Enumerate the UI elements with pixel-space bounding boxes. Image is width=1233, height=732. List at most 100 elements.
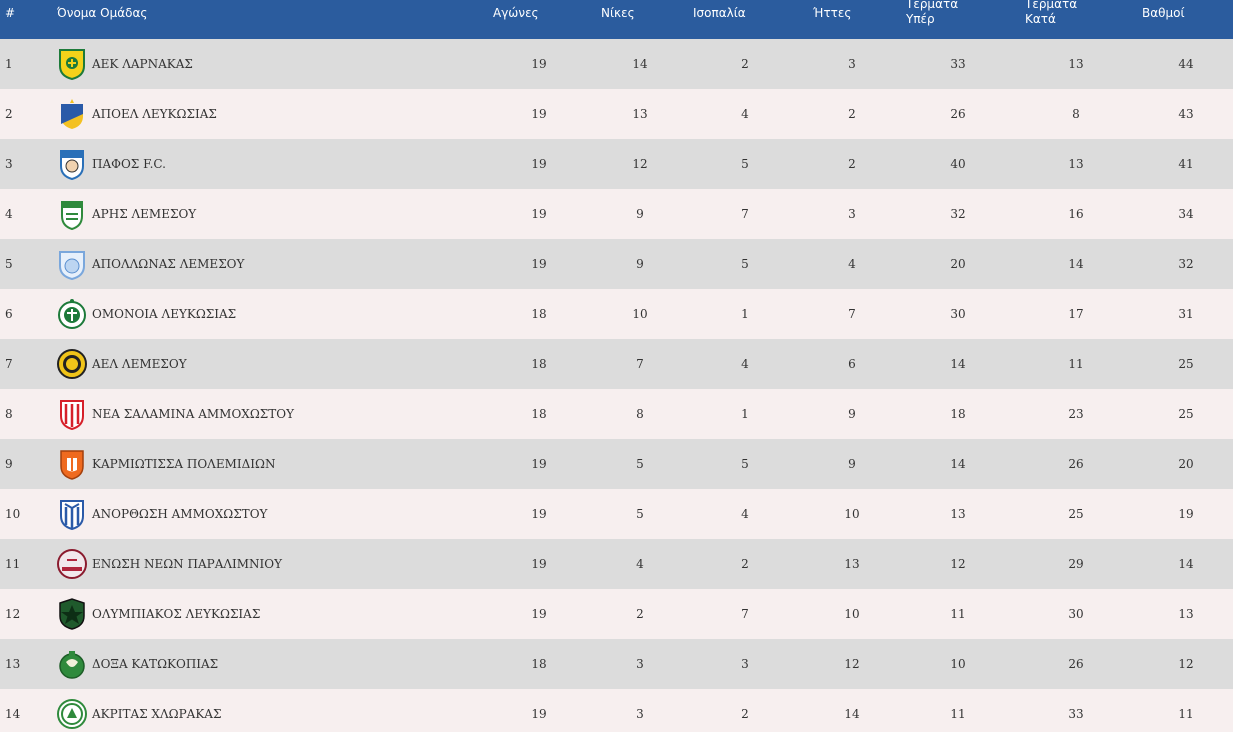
cell-played: 19 (531, 507, 547, 521)
karmiotissa-crest-icon[interactable] (57, 448, 87, 480)
table-row[interactable]: 1 ΑΕΚ ΛΑΡΝΑΚΑΣ 19 14 2 3 33 13 44 (0, 39, 1233, 89)
cell-rank: 6 (5, 307, 13, 321)
enp-crest-icon[interactable] (57, 548, 87, 580)
cell-goals-against: 30 (1068, 607, 1084, 621)
pafos-crest-icon[interactable] (57, 148, 87, 180)
table-row[interactable]: 9 ΚΑΡΜΙΩΤΙΣΣΑ ΠΟΛΕΜΙΔΙΩΝ 19 5 5 9 14 26 20 (0, 439, 1233, 489)
header-goals-against[interactable]: Τέρματα Κατά (1025, 0, 1077, 27)
apollon-crest-icon[interactable] (57, 248, 87, 280)
cell-played: 19 (531, 57, 547, 71)
cell-draws: 1 (741, 307, 749, 321)
cell-team-name[interactable]: ΑΚΡΙΤΑΣ ΧΛΩΡΑΚΑΣ (92, 689, 221, 732)
cell-played: 19 (531, 557, 547, 571)
cell-team-name[interactable]: ΑΝΟΡΘΩΣΗ ΑΜΜΟΧΩΣΤΟΥ (92, 489, 267, 539)
cell-losses: 10 (844, 607, 860, 621)
cell-goals-against: 17 (1068, 307, 1084, 321)
header-goals-for-line2: Υπέρ (906, 12, 935, 26)
aek-larnaca-crest-icon[interactable] (57, 48, 87, 80)
cell-points: 25 (1178, 407, 1194, 421)
cell-rank: 8 (5, 407, 13, 421)
header-goals-against-line2: Κατά (1025, 12, 1056, 26)
aris-limassol-crest-icon[interactable] (57, 198, 87, 230)
header-losses[interactable]: Ήττες (813, 6, 851, 21)
header-points[interactable]: Βαθμοί (1142, 6, 1185, 21)
cell-team-name[interactable]: ΝΕΑ ΣΑΛΑΜΙΝΑ ΑΜΜΟΧΩΣΤΟΥ (92, 389, 294, 439)
cell-draws: 1 (741, 407, 749, 421)
cell-rank: 14 (5, 707, 21, 721)
cell-draws: 5 (741, 257, 749, 271)
header-team-name[interactable]: Όνομα Ομάδας (57, 6, 147, 21)
header-goals-against-line1: Τέρματα (1025, 0, 1078, 11)
table-row[interactable]: 5 ΑΠΟΛΛΩΝΑΣ ΛΕΜΕΣΟΥ 19 9 5 4 20 14 32 (0, 239, 1233, 289)
cell-losses: 4 (848, 257, 856, 271)
table-header: # Όνομα Ομάδας Αγώνες Νίκες Ισοπαλία Ήττ… (0, 0, 1233, 39)
cell-team-name[interactable]: ΠΑΦΟΣ F.C. (92, 139, 166, 189)
cell-team-name[interactable]: ΑΠΟΛΛΩΝΑΣ ΛΕΜΕΣΟΥ (92, 239, 244, 289)
cell-team-name[interactable]: ΟΜΟΝΟΙΑ ΛΕΥΚΩΣΙΑΣ (92, 289, 236, 339)
cell-goals-for: 26 (950, 107, 966, 121)
nea-salamina-crest-icon[interactable] (57, 398, 87, 430)
cell-losses: 12 (844, 657, 860, 671)
cell-losses: 2 (848, 107, 856, 121)
table-row[interactable]: 4 ΑΡΗΣ ΛΕΜΕΣΟΥ 19 9 7 3 32 16 34 (0, 189, 1233, 239)
cell-draws: 2 (741, 57, 749, 71)
table-row[interactable]: 2 ΑΠΟΕΛ ΛΕΥΚΩΣΙΑΣ 19 13 4 2 26 8 43 (0, 89, 1233, 139)
cell-losses: 6 (848, 357, 856, 371)
ael-crest-icon[interactable] (57, 348, 87, 380)
cell-team-name[interactable]: ΑΡΗΣ ΛΕΜΕΣΟΥ (92, 189, 196, 239)
cell-points: 20 (1178, 457, 1194, 471)
header-goals-for-line1: Τέρματα (906, 0, 959, 11)
cell-points: 19 (1178, 507, 1194, 521)
table-row[interactable]: 6 ΟΜΟΝΟΙΑ ΛΕΥΚΩΣΙΑΣ 18 10 1 7 30 17 31 (0, 289, 1233, 339)
table-row[interactable]: 3 ΠΑΦΟΣ F.C. 19 12 5 2 40 13 41 (0, 139, 1233, 189)
cell-losses: 3 (848, 207, 856, 221)
olympiakos-nicosia-crest-icon[interactable] (57, 598, 87, 630)
cell-wins: 7 (636, 357, 644, 371)
cell-played: 18 (531, 657, 547, 671)
header-wins[interactable]: Νίκες (601, 6, 635, 21)
cell-team-name[interactable]: ΔΟΞΑ ΚΑΤΩΚΟΠΙΑΣ (92, 639, 218, 689)
cell-played: 19 (531, 457, 547, 471)
cell-goals-against: 16 (1068, 207, 1084, 221)
cell-team-name[interactable]: ΕΝΩΣΗ ΝΕΩΝ ΠΑΡΑΛΙΜΝΙΟΥ (92, 539, 282, 589)
header-goals-for[interactable]: Τέρματα Υπέρ (906, 0, 958, 27)
table-row[interactable]: 14 ΑΚΡΙΤΑΣ ΧΛΩΡΑΚΑΣ 19 3 2 14 11 33 11 (0, 689, 1233, 732)
header-draws[interactable]: Ισοπαλία (693, 6, 746, 21)
cell-played: 19 (531, 157, 547, 171)
header-played[interactable]: Αγώνες (493, 6, 539, 21)
cell-team-name[interactable]: ΑΠΟΕΛ ΛΕΥΚΩΣΙΑΣ (92, 89, 217, 139)
omonoia-crest-icon[interactable] (57, 298, 87, 330)
cell-team-name[interactable]: ΑΕΚ ΛΑΡΝΑΚΑΣ (92, 39, 193, 89)
apoel-crest-icon[interactable] (57, 98, 87, 130)
cell-goals-against: 14 (1068, 257, 1084, 271)
cell-team-name[interactable]: ΚΑΡΜΙΩΤΙΣΣΑ ΠΟΛΕΜΙΔΙΩΝ (92, 439, 276, 489)
cell-draws: 7 (741, 607, 749, 621)
cell-wins: 3 (636, 657, 644, 671)
anorthosis-crest-icon[interactable] (57, 498, 87, 530)
cell-losses: 9 (848, 457, 856, 471)
header-rank[interactable]: # (5, 6, 15, 21)
cell-goals-against: 33 (1068, 707, 1084, 721)
cell-goals-against: 8 (1072, 107, 1080, 121)
cell-team-name[interactable]: ΟΛΥΜΠΙΑΚΟΣ ΛΕΥΚΩΣΙΑΣ (92, 589, 260, 639)
table-row[interactable]: 12 ΟΛΥΜΠΙΑΚΟΣ ΛΕΥΚΩΣΙΑΣ 19 2 7 10 11 30 13 (0, 589, 1233, 639)
cell-goals-against: 13 (1068, 157, 1084, 171)
table-row[interactable]: 10 ΑΝΟΡΘΩΣΗ ΑΜΜΟΧΩΣΤΟΥ 19 5 4 10 13 25 19 (0, 489, 1233, 539)
cell-wins: 2 (636, 607, 644, 621)
table-row[interactable]: 13 ΔΟΞΑ ΚΑΤΩΚΟΠΙΑΣ 18 3 3 12 10 26 12 (0, 639, 1233, 689)
cell-goals-for: 14 (950, 457, 966, 471)
cell-points: 25 (1178, 357, 1194, 371)
cell-losses: 2 (848, 157, 856, 171)
table-row[interactable]: 11 ΕΝΩΣΗ ΝΕΩΝ ΠΑΡΑΛΙΜΝΙΟΥ 19 4 2 13 12 29 14 (0, 539, 1233, 589)
cell-draws: 7 (741, 207, 749, 221)
doxa-crest-icon[interactable] (57, 648, 87, 680)
table-row[interactable]: 8 ΝΕΑ ΣΑΛΑΜΙΝΑ ΑΜΜΟΧΩΣΤΟΥ 18 8 1 9 18 23 25 (0, 389, 1233, 439)
cell-points: 12 (1178, 657, 1194, 671)
cell-points: 32 (1178, 257, 1194, 271)
cell-wins: 13 (632, 107, 648, 121)
table-row[interactable]: 7 ΑΕΛ ΛΕΜΕΣΟΥ 18 7 4 6 14 11 25 (0, 339, 1233, 389)
cell-played: 18 (531, 357, 547, 371)
cell-team-name[interactable]: ΑΕΛ ΛΕΜΕΣΟΥ (92, 339, 187, 389)
akritas-crest-icon[interactable] (57, 698, 87, 730)
cell-losses: 10 (844, 507, 860, 521)
